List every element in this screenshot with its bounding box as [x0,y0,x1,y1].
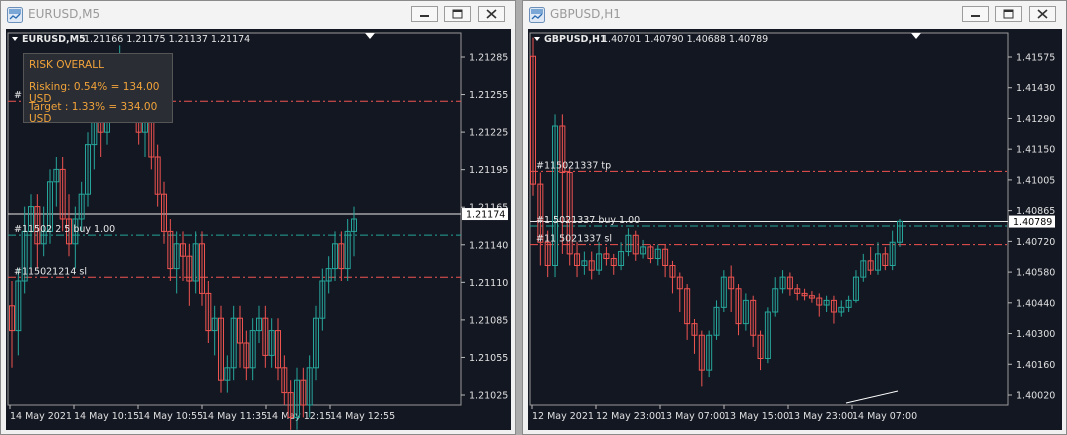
minimize-button[interactable] [962,6,989,22]
close-button[interactable] [1029,6,1056,22]
chart-app-icon [7,7,23,23]
trendline [845,390,899,404]
minimize-button[interactable] [411,6,438,22]
risk-overall-panel: RISK OVERALL Risking: 0.54% = 134.00 USD… [23,53,173,125]
take-profit-label: # [14,90,22,101]
take-profit-label: #115021337 tp [536,160,611,171]
time-tick-label: 14 May 07:00 [852,411,917,422]
price-tick-label: 1.40020 [1016,391,1055,402]
chart-ohlc-values: 1.40701 1.40790 1.40688 1.40789 [602,34,768,45]
chart-shift-marker [911,33,921,39]
current-price-label: 1.40789 [1013,217,1052,228]
chart-symbol-label: GBPUSD,H1 [544,34,607,45]
price-tick-label: 1.40300 [1016,329,1055,340]
price-tick-label: 1.40580 [1016,268,1055,279]
price-chart[interactable]: GBPUSD,H1 1.40701 1.40790 1.40688 1.40789… [528,29,1062,430]
maximize-icon [1003,9,1014,19]
risk-panel-target: Target : 1.33% = 334.00 USD [29,101,158,125]
time-tick-label: 14 May 12:55 [330,411,395,422]
buy-entry-label: #11502 2 5 buy 1.00 [14,224,115,235]
chart-window-eurusd[interactable]: EURUSD,M5 EURUSD,M5 1.21166 1.21175 1.211… [0,0,516,435]
time-tick-label: 13 May 23:00 [788,411,853,422]
time-tick-label: 14 May 10:55 [138,411,203,422]
chart-symbol-label: EURUSD,M5 [22,34,86,45]
price-tick-label: 1.41430 [1016,83,1055,94]
price-tick-label: 1.41005 [1016,175,1055,186]
time-tick-label: 12 May 2021 [532,411,594,422]
candlestick-plot[interactable]: GBPUSD,H11.40701 1.40790 1.40688 1.40789… [528,29,1062,430]
stop-loss-label: #11 5021337 sl [536,234,612,245]
chart-ohlc-values: 1.21166 1.21175 1.21137 1.21174 [84,34,250,45]
close-icon [486,9,497,19]
risk-panel-title: RISK OVERALL [29,59,104,71]
chart-shift-marker [365,33,375,39]
price-tick-label: 1.21225 [469,128,508,139]
current-price-label: 1.21174 [466,210,505,221]
maximize-button[interactable] [995,6,1022,22]
close-button[interactable] [478,6,505,22]
price-tick-label: 1.41575 [1016,53,1055,64]
window-titlebar[interactable]: GBPUSD,H1 [523,1,1066,29]
maximize-button[interactable] [444,6,471,22]
price-tick-label: 1.21085 [469,315,508,326]
price-tick-label: 1.40720 [1016,237,1055,248]
minimize-icon [420,15,429,17]
minimize-icon [971,15,980,17]
window-title: GBPUSD,H1 [550,7,621,21]
time-tick-label: 14 May 10:15 [74,411,139,422]
price-tick-label: 1.41290 [1016,114,1055,125]
price-tick-label: 1.21025 [469,391,508,402]
buy-entry-label: #1 5021337 buy 1.00 [536,215,640,226]
price-tick-label: 1.40440 [1016,298,1055,309]
time-tick-label: 13 May 15:00 [724,411,789,422]
chart-window-gbpusd[interactable]: GBPUSD,H1 GBPUSD,H1 1.40701 1.40790 1.406… [522,0,1067,435]
header-dropdown-icon [12,37,18,41]
price-tick-label: 1.40865 [1016,206,1055,217]
time-tick-label: 14 May 2021 [10,411,72,422]
time-tick-label: 14 May 12:15 [266,411,331,422]
time-tick-label: 12 May 23:00 [596,411,661,422]
price-tick-label: 1.21110 [469,278,508,289]
stop-loss-label: #115021214 sl [14,266,87,277]
window-titlebar[interactable]: EURUSD,M5 [1,1,515,29]
price-tick-label: 1.40160 [1016,360,1055,371]
close-icon [1037,9,1048,19]
time-tick-label: 14 May 11:35 [202,411,267,422]
time-tick-label: 13 May 07:00 [660,411,725,422]
price-tick-label: 1.21140 [469,240,508,251]
window-title: EURUSD,M5 [28,7,101,21]
header-dropdown-icon [534,37,540,41]
price-tick-label: 1.21255 [469,90,508,101]
chart-app-icon [529,7,545,23]
price-tick-label: 1.21285 [469,53,508,64]
price-tick-label: 1.21195 [469,165,508,176]
maximize-icon [452,9,463,19]
price-tick-label: 1.21055 [469,353,508,364]
price-tick-label: 1.41150 [1016,145,1055,156]
price-chart[interactable]: EURUSD,M5 1.21166 1.21175 1.21137 1.21174… [6,29,511,430]
